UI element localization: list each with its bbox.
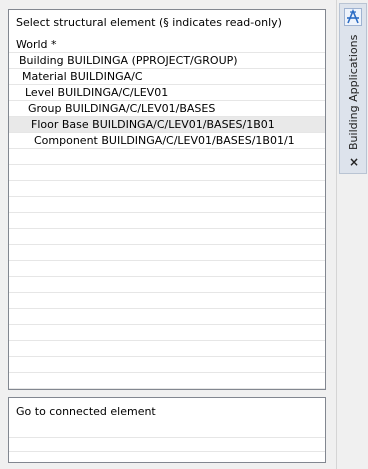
tree-item-group[interactable]: Group BUILDINGA/C/LEV01/BASES — [9, 101, 325, 117]
tree-item-level[interactable]: Level BUILDINGA/C/LEV01 — [9, 85, 325, 101]
building-applications-tab[interactable]: Building Applications × — [339, 3, 367, 174]
empty-row — [9, 245, 325, 261]
tree-item-label: Group BUILDINGA/C/LEV01/BASES — [28, 102, 216, 115]
go-to-connected-element[interactable]: Go to connected element — [16, 405, 156, 418]
tree-item-label: Floor Base BUILDINGA/C/LEV01/BASES/1B01 — [31, 118, 275, 131]
empty-row — [9, 165, 325, 181]
tree-rows: World * Building BUILDINGA (PPROJECT/GRO… — [9, 37, 325, 390]
close-icon[interactable]: × — [348, 156, 360, 168]
tree-item-world[interactable]: World * — [9, 37, 325, 53]
empty-row — [9, 277, 325, 293]
empty-row — [9, 293, 325, 309]
tree-item-material[interactable]: Material BUILDINGA/C — [9, 69, 325, 85]
empty-row — [9, 197, 325, 213]
tree-item-label: Building BUILDINGA (PPROJECT/GROUP) — [19, 54, 238, 67]
empty-row — [9, 229, 325, 245]
tree-item-label: Component BUILDINGA/C/LEV01/BASES/1B01/1 — [34, 134, 295, 147]
tree-item-component[interactable]: Component BUILDINGA/C/LEV01/BASES/1B01/1 — [9, 133, 325, 149]
main-panel: Select structural element (§ indicates r… — [0, 0, 336, 469]
connected-rows — [9, 424, 325, 452]
tree-item-label: Material BUILDINGA/C — [22, 70, 143, 83]
tab-title: Building Applications — [347, 34, 360, 150]
empty-row — [9, 373, 325, 389]
empty-row — [9, 389, 325, 390]
tree-item-label: World * — [16, 38, 57, 51]
empty-row — [9, 341, 325, 357]
tree-item-label: Level BUILDINGA/C/LEV01 — [25, 86, 169, 99]
empty-row — [9, 181, 325, 197]
tree-item-floor-base[interactable]: Floor Base BUILDINGA/C/LEV01/BASES/1B01 — [9, 117, 325, 133]
empty-row — [9, 438, 325, 452]
empty-row — [9, 357, 325, 373]
empty-row — [9, 261, 325, 277]
building-applications-icon — [344, 8, 362, 26]
empty-row — [9, 213, 325, 229]
empty-row — [9, 325, 325, 341]
connected-element-list[interactable]: Go to connected element — [8, 397, 326, 463]
empty-row — [9, 149, 325, 165]
empty-row — [9, 309, 325, 325]
empty-row — [9, 424, 325, 438]
side-panel-strip: Building Applications × — [336, 0, 368, 469]
structural-element-tree[interactable]: Select structural element (§ indicates r… — [8, 9, 326, 390]
tree-item-building[interactable]: Building BUILDINGA (PPROJECT/GROUP) — [9, 53, 325, 69]
tree-header: Select structural element (§ indicates r… — [16, 16, 282, 29]
